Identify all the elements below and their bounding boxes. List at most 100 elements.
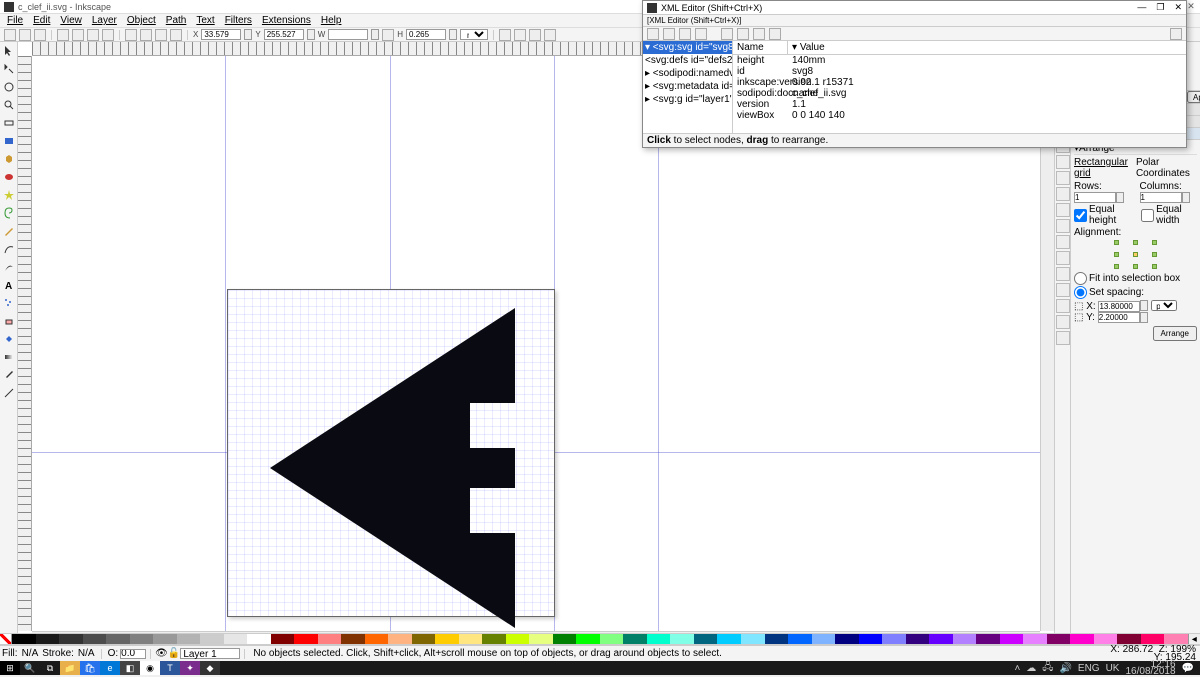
palette-swatch[interactable]: [906, 634, 930, 644]
text-tool-icon[interactable]: A: [1, 277, 17, 293]
palette-swatch[interactable]: [953, 634, 977, 644]
flip-h-icon[interactable]: [87, 29, 99, 41]
spacing-y-field[interactable]: [1098, 312, 1140, 323]
x-field[interactable]: [201, 29, 241, 40]
snap-intersect-icon[interactable]: [1056, 171, 1070, 185]
palette-swatch[interactable]: [788, 634, 812, 644]
lower-icon[interactable]: [155, 29, 167, 41]
xml-titlebar[interactable]: XML Editor (Shift+Ctrl+X) — ❐ ✕: [643, 1, 1186, 15]
node-tool-icon[interactable]: [1, 61, 17, 77]
select-tool-icon[interactable]: [1, 43, 17, 59]
delete-attr-icon[interactable]: [1170, 28, 1182, 40]
xml-node[interactable]: <svg:defs id="defs2">: [643, 54, 732, 67]
zoom-tool-icon[interactable]: [1, 97, 17, 113]
tweak-tool-icon[interactable]: [1, 79, 17, 95]
ellipse-tool-icon[interactable]: [1, 169, 17, 185]
snap-guide-icon[interactable]: [1056, 331, 1070, 345]
xml-node[interactable]: ▸ <sodipodi:namedview id="base: [643, 67, 732, 80]
palette-swatch[interactable]: [36, 634, 60, 644]
palette-swatch[interactable]: [224, 634, 248, 644]
palette-swatch[interactable]: [435, 634, 459, 644]
menu-file[interactable]: File: [2, 15, 28, 26]
menu-extensions[interactable]: Extensions: [257, 15, 316, 26]
menu-text[interactable]: Text: [191, 15, 219, 26]
palette-swatch[interactable]: [412, 634, 436, 644]
palette-swatch[interactable]: [670, 634, 694, 644]
w-field[interactable]: [328, 29, 368, 40]
lower-bottom-icon[interactable]: [170, 29, 182, 41]
palette-swatch[interactable]: [459, 634, 483, 644]
gradient-tool-icon[interactable]: [1, 349, 17, 365]
unindent-icon[interactable]: [721, 28, 733, 40]
drawing-shape[interactable]: [270, 308, 530, 628]
bezier-tool-icon[interactable]: [1, 241, 17, 257]
h-field[interactable]: [406, 29, 446, 40]
tray-cloud-icon[interactable]: ☁: [1026, 663, 1036, 674]
affect-corners-icon[interactable]: [514, 29, 526, 41]
snap-page-icon[interactable]: [1056, 299, 1070, 313]
dropper-tool-icon[interactable]: [1, 367, 17, 383]
palette-swatch[interactable]: [59, 634, 83, 644]
palette-swatch[interactable]: [1117, 634, 1141, 644]
palette-swatch[interactable]: [1047, 634, 1071, 644]
select-layers-icon[interactable]: [19, 29, 31, 41]
palette-swatch[interactable]: [1141, 634, 1165, 644]
palette-swatch[interactable]: [765, 634, 789, 644]
rotate-ccw-icon[interactable]: [57, 29, 69, 41]
palette-swatch[interactable]: [623, 634, 647, 644]
ruler-vertical[interactable]: [18, 56, 32, 631]
bucket-tool-icon[interactable]: [1, 331, 17, 347]
taskbar-app-icon[interactable]: ✦: [180, 661, 200, 675]
menu-path[interactable]: Path: [161, 15, 192, 26]
spacing-unit-select[interactable]: px: [1151, 300, 1177, 311]
taskbar-app-icon[interactable]: T: [160, 661, 180, 675]
eraser-tool-icon[interactable]: [1, 313, 17, 329]
y-field[interactable]: [264, 29, 304, 40]
snap-smooth-icon[interactable]: [1056, 203, 1070, 217]
palette-swatch[interactable]: [1023, 634, 1047, 644]
equal-width-checkbox[interactable]: Equal width: [1141, 204, 1197, 226]
w-spinner[interactable]: [371, 29, 379, 40]
calligraphy-tool-icon[interactable]: [1, 259, 17, 275]
connector-tool-icon[interactable]: [1, 385, 17, 401]
palette-swatch[interactable]: [106, 634, 130, 644]
palette-swatch[interactable]: [976, 634, 1000, 644]
palette-swatch[interactable]: [812, 634, 836, 644]
raise-top-icon[interactable]: [125, 29, 137, 41]
xml-attr-row[interactable]: inkscape:version0.92.1 r15371: [733, 77, 1186, 88]
snap-line-mid-icon[interactable]: [1056, 219, 1070, 233]
xml-attr-row[interactable]: viewBox0 0 140 140: [733, 110, 1186, 121]
palette-swatch[interactable]: [741, 634, 765, 644]
start-button[interactable]: ⊞: [0, 661, 20, 675]
tab-rect-grid[interactable]: Rectangular grid: [1074, 157, 1130, 179]
raise-icon[interactable]: [140, 29, 152, 41]
xml-node[interactable]: ▸ <svg:g id="layer1" inkscape:lab: [643, 93, 732, 106]
fit-selection-radio[interactable]: Fit into selection box: [1074, 272, 1197, 285]
move-up-icon[interactable]: [753, 28, 765, 40]
palette-swatch[interactable]: [694, 634, 718, 644]
delete-node-icon[interactable]: [695, 28, 707, 40]
snap-path-icon[interactable]: [1056, 155, 1070, 169]
xml-attr-row[interactable]: idsvg8: [733, 66, 1186, 77]
equal-height-checkbox[interactable]: Equal height: [1074, 204, 1133, 226]
set-spacing-radio[interactable]: Set spacing:: [1074, 286, 1197, 299]
guide-vertical[interactable]: [225, 56, 226, 631]
snap-rotation-icon[interactable]: [1056, 267, 1070, 281]
taskbar-app-icon[interactable]: ◧: [120, 661, 140, 675]
select-all-icon[interactable]: [4, 29, 16, 41]
3dbox-tool-icon[interactable]: [1, 151, 17, 167]
tray-network-icon[interactable]: 🖧: [1042, 660, 1053, 677]
palette-swatch[interactable]: [83, 634, 107, 644]
palette-menu-icon[interactable]: ◂: [1188, 634, 1200, 644]
palette-swatch[interactable]: [130, 634, 154, 644]
search-icon[interactable]: 🔍: [20, 661, 40, 675]
menu-edit[interactable]: Edit: [28, 15, 55, 26]
spiral-tool-icon[interactable]: [1, 205, 17, 221]
palette-swatch[interactable]: [341, 634, 365, 644]
palette-swatch[interactable]: [647, 634, 671, 644]
palette-swatch[interactable]: [12, 634, 36, 644]
tab-polar[interactable]: Polar Coordinates: [1136, 157, 1197, 179]
palette-swatch[interactable]: [318, 634, 342, 644]
unit-select[interactable]: mm: [460, 29, 488, 40]
menu-view[interactable]: View: [55, 15, 87, 26]
